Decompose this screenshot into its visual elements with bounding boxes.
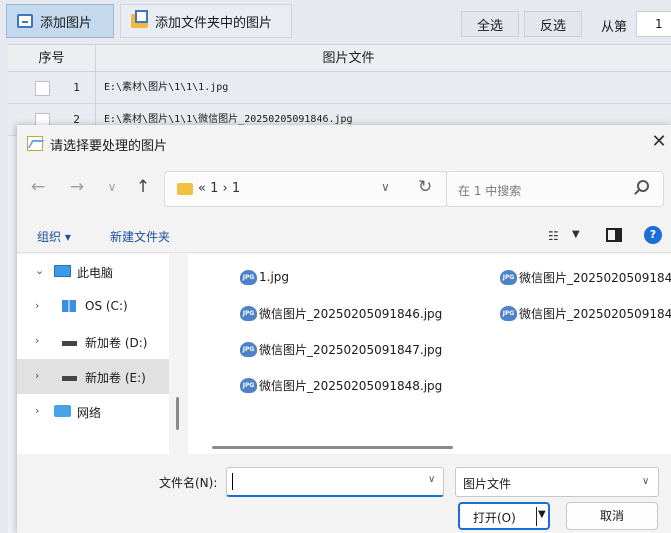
folder-image-icon bbox=[131, 10, 148, 28]
expand-arrow-icon[interactable]: ⌄ bbox=[35, 264, 44, 277]
back-arrow-icon[interactable]: ← bbox=[28, 177, 48, 197]
organize-menu[interactable]: 组织 ▾ bbox=[37, 228, 71, 245]
dialog-title: 请选择要处理的图片 bbox=[50, 139, 168, 154]
windows-drive-icon bbox=[62, 300, 76, 312]
up-arrow-icon[interactable]: ↑ bbox=[133, 177, 153, 197]
navigation-tree: ⌄ 此电脑 › OS (C:) › 新加卷 (D:) › 新加卷 (E:) › … bbox=[17, 254, 169, 454]
forward-arrow-icon[interactable]: → bbox=[67, 177, 87, 197]
file-name: 微信图片_20250205091847.jpg bbox=[259, 342, 443, 357]
row-checkbox[interactable] bbox=[35, 81, 50, 96]
add-folder-images-button[interactable]: 添加文件夹中的图片 bbox=[120, 4, 292, 38]
search-input[interactable]: 在 1 中搜索 bbox=[446, 171, 664, 207]
file-name: 微信图片_20250205091846.jpg bbox=[259, 306, 443, 321]
file-item[interactable]: JPG 微信图片_20250205091847.jpg bbox=[240, 339, 442, 359]
dialog-footer: 文件名(N): ∨ 图片文件 ∨ 打开(O) ▼ 取消 bbox=[17, 454, 671, 533]
expand-arrow-icon[interactable]: › bbox=[35, 334, 39, 347]
open-button-label: 打开(O) bbox=[473, 511, 516, 525]
tree-item-drive-c[interactable]: › OS (C:) bbox=[17, 289, 169, 324]
add-folder-images-label: 添加文件夹中的图片 bbox=[155, 15, 273, 31]
file-item[interactable]: JPG 微信图片_20250205091846.jpg bbox=[240, 303, 442, 323]
file-item[interactable]: JPG 微信图片_2025020509184 bbox=[500, 303, 671, 323]
column-header-no[interactable]: 序号 bbox=[8, 45, 96, 72]
file-name: 微信图片_2025020509184 bbox=[519, 270, 671, 285]
open-button[interactable]: 打开(O) ▼ bbox=[458, 502, 550, 530]
jpg-file-icon: JPG bbox=[500, 269, 517, 285]
filename-label: 文件名(N): bbox=[159, 476, 218, 490]
navigation-bar: ← → ∨ ↑ « 1 › 1 ∨ ↻ 在 1 中搜索 bbox=[17, 161, 671, 217]
drive-icon bbox=[62, 376, 77, 381]
text-caret bbox=[232, 473, 233, 490]
new-folder-button[interactable]: 新建文件夹 bbox=[110, 228, 170, 245]
tree-item-label: 新加卷 (D:) bbox=[85, 336, 148, 350]
chevron-down-icon[interactable]: ∨ bbox=[381, 180, 390, 194]
tree-item-label: 此电脑 bbox=[77, 266, 114, 280]
file-type-value: 图片文件 bbox=[463, 477, 512, 491]
search-icon[interactable] bbox=[637, 180, 649, 192]
address-bar[interactable]: « 1 › 1 ∨ ↻ bbox=[164, 171, 448, 207]
folder-icon bbox=[177, 183, 193, 195]
jpg-file-icon: JPG bbox=[240, 269, 257, 285]
column-header-file[interactable]: 图片文件 bbox=[96, 45, 671, 72]
tree-item-drive-e[interactable]: › 新加卷 (E:) bbox=[17, 359, 169, 394]
view-dropdown-icon[interactable]: ▼ bbox=[572, 229, 580, 240]
tree-item-drive-d[interactable]: › 新加卷 (D:) bbox=[17, 324, 169, 359]
recent-locations-chevron-icon[interactable]: ∨ bbox=[102, 180, 122, 194]
open-dropdown-icon[interactable]: ▼ bbox=[538, 509, 546, 520]
grid-left-edge bbox=[0, 44, 8, 533]
chevron-down-icon[interactable]: ∨ bbox=[428, 474, 435, 485]
file-name: 微信图片_20250205091848.jpg bbox=[259, 378, 443, 393]
file-name: 微信图片_2025020509184 bbox=[519, 306, 671, 321]
row-path: E:\素材\图片\1\1\1.jpg bbox=[104, 82, 229, 93]
expand-arrow-icon[interactable]: › bbox=[35, 369, 39, 382]
split-button-divider bbox=[536, 507, 537, 526]
image-icon bbox=[27, 136, 43, 151]
help-icon[interactable]: ? bbox=[644, 226, 662, 244]
command-bar: 组织 ▾ 新建文件夹 ☷ ▼ ? bbox=[17, 217, 671, 253]
add-images-button[interactable]: 添加图片 bbox=[6, 4, 114, 38]
network-icon bbox=[54, 405, 71, 417]
select-all-button[interactable]: 全选 bbox=[461, 11, 519, 37]
open-file-dialog: 请选择要处理的图片 ✕ ← → ∨ ↑ « 1 › 1 ∨ ↻ 在 1 中搜索 … bbox=[17, 125, 671, 533]
file-list: JPG 1.jpg JPG 微信图片_20250205091846.jpg JP… bbox=[188, 254, 671, 454]
view-options-icon[interactable]: ☷ bbox=[548, 229, 559, 243]
search-placeholder: 在 1 中搜索 bbox=[458, 184, 522, 198]
close-icon[interactable]: ✕ bbox=[647, 130, 671, 154]
chevron-down-icon[interactable]: ∨ bbox=[642, 476, 649, 487]
filename-input[interactable]: ∨ bbox=[226, 467, 444, 497]
jpg-file-icon: JPG bbox=[240, 305, 257, 321]
file-item[interactable]: JPG 微信图片_20250205091848.jpg bbox=[240, 375, 442, 395]
from-input[interactable]: 1 bbox=[636, 11, 671, 37]
jpg-file-icon: JPG bbox=[240, 341, 257, 357]
file-type-select[interactable]: 图片文件 ∨ bbox=[455, 467, 659, 497]
expand-arrow-icon[interactable]: › bbox=[35, 299, 39, 312]
table-row[interactable]: 1 E:\素材\图片\1\1\1.jpg bbox=[8, 72, 671, 104]
preview-pane-icon[interactable] bbox=[606, 228, 622, 242]
file-list-scrollbar[interactable] bbox=[212, 446, 453, 449]
from-label: 从第 bbox=[601, 20, 628, 35]
main-toolbar: 添加图片 添加文件夹中的图片 全选 反选 从第 1 bbox=[0, 0, 671, 44]
expand-arrow-icon[interactable]: › bbox=[35, 404, 39, 417]
grid-header: 序号 图片文件 bbox=[8, 44, 671, 72]
add-image-icon bbox=[17, 14, 33, 28]
cancel-button[interactable]: 取消 bbox=[566, 502, 658, 530]
tree-item-label: OS (C:) bbox=[85, 299, 128, 313]
drive-icon bbox=[62, 341, 77, 346]
computer-icon bbox=[54, 265, 71, 277]
row-number: 1 bbox=[58, 72, 96, 103]
file-item[interactable]: JPG 微信图片_2025020509184 bbox=[500, 267, 671, 287]
file-item[interactable]: JPG 1.jpg bbox=[240, 267, 289, 287]
breadcrumb[interactable]: « 1 › 1 bbox=[198, 181, 240, 196]
tree-item-label: 网络 bbox=[77, 406, 102, 420]
jpg-file-icon: JPG bbox=[240, 377, 257, 393]
tree-item-label: 新加卷 (E:) bbox=[85, 371, 146, 385]
tree-item-network[interactable]: › 网络 bbox=[17, 394, 169, 429]
dialog-titlebar[interactable]: 请选择要处理的图片 ✕ bbox=[17, 125, 671, 161]
invert-selection-button[interactable]: 反选 bbox=[524, 11, 582, 37]
add-images-label: 添加图片 bbox=[40, 15, 93, 31]
tree-scrollbar[interactable] bbox=[176, 397, 179, 430]
file-name: 1.jpg bbox=[259, 270, 290, 284]
tree-item-this-pc[interactable]: ⌄ 此电脑 bbox=[17, 254, 169, 289]
jpg-file-icon: JPG bbox=[500, 305, 517, 321]
refresh-icon[interactable]: ↻ bbox=[418, 177, 432, 197]
